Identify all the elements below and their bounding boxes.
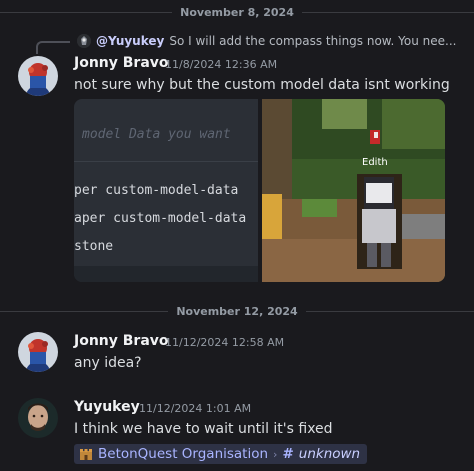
code-heading: model Data you want: [82, 127, 231, 142]
message-author[interactable]: Yuyukey: [74, 399, 140, 415]
channel-name[interactable]: unknown: [299, 446, 360, 462]
hash-icon: #: [282, 446, 294, 462]
message-author[interactable]: Jonny Bravo: [74, 333, 169, 349]
player-nametag: Edith: [362, 157, 388, 168]
game-scene: [262, 99, 445, 282]
message-text: I think we have to wait until it's fixed: [74, 421, 333, 437]
message-author[interactable]: Jonny Bravo: [74, 55, 169, 71]
reply-preview-text[interactable]: So I will add the compass things now. Yo…: [169, 34, 456, 48]
avatar[interactable]: [18, 332, 58, 372]
message-timestamp: 11/12/2024 1:01 AM: [139, 402, 252, 415]
date-divider-label: November 12, 2024: [176, 304, 298, 318]
channel-mention[interactable]: BetonQuest Organisation › # unknown: [74, 444, 367, 464]
game-screenshot-attachment[interactable]: Edith: [262, 99, 445, 282]
code-line: aper custom-model-data: [74, 211, 247, 226]
date-divider-label: November 8, 2024: [180, 5, 294, 19]
code-screenshot-attachment[interactable]: model Data you want per custom-model-dat…: [74, 99, 258, 282]
reply-avatar: [77, 34, 91, 48]
code-line: per custom-model-data: [74, 183, 239, 198]
message-timestamp: 11/12/2024 12:58 AM: [165, 336, 285, 349]
date-divider: November 12, 2024: [0, 304, 474, 318]
message-timestamp: 11/8/2024 12:36 AM: [165, 58, 278, 71]
chevron-right-icon: ›: [273, 447, 278, 461]
message-text: any idea?: [74, 355, 142, 371]
server-name[interactable]: BetonQuest Organisation: [98, 446, 268, 462]
avatar[interactable]: [18, 398, 58, 438]
code-line: stone: [74, 239, 114, 254]
reply-spine: [36, 41, 70, 54]
castle-icon: [79, 447, 93, 461]
avatar[interactable]: [18, 56, 58, 96]
message-text: not sure why but the custom model data i…: [74, 77, 450, 93]
date-divider: November 8, 2024: [0, 5, 474, 19]
reply-reference[interactable]: @Yuyukey So I will add the compass thing…: [77, 33, 472, 49]
reply-username[interactable]: @Yuyukey: [96, 34, 164, 48]
